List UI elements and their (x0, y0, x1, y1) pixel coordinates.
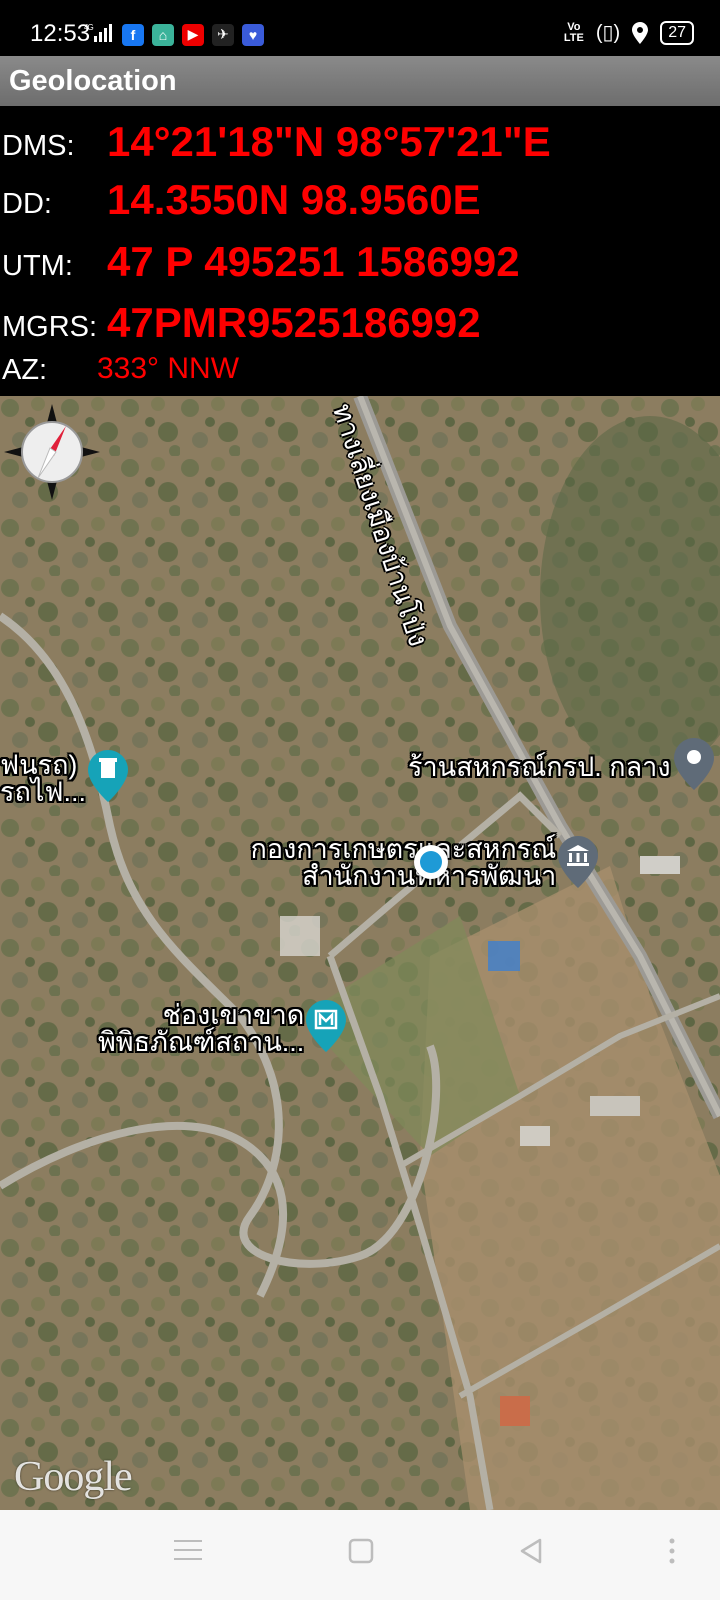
more-options-icon[interactable] (668, 1538, 676, 1564)
status-right-icons: Vo LTE (▯) 27 (564, 20, 694, 45)
facebook-icon: f (122, 23, 144, 46)
game-icon: ✈ (212, 23, 234, 46)
location-icon (632, 21, 649, 44)
dms-value: 14°21'18"N 98°57'21"E (107, 118, 551, 165)
current-location-dot (414, 845, 448, 879)
google-logo: Google (14, 1454, 133, 1500)
app-title: Geolocation (9, 65, 177, 97)
vibrate-icon: (▯) (595, 22, 621, 44)
coordinates-panel: DMS: 14°21'18"N 98°57'21"E DD: 14.3550N … (0, 106, 720, 396)
compass-icon[interactable] (4, 404, 100, 500)
svg-text:4G: 4G (84, 23, 93, 32)
place-label-museum[interactable]: ช่องเขาขาด พิพิธภัณฑ์สถาน... (98, 1002, 304, 1056)
utm-value: 47 P 495251 1586992 (107, 238, 520, 285)
dd-value: 14.3550N 98.9560E (107, 176, 481, 223)
mgrs-label: MGRS: (2, 311, 98, 343)
app-title-bar: Geolocation (0, 56, 720, 106)
museum-pin-icon[interactable] (306, 1000, 346, 1052)
signal-icon: 4G (84, 22, 114, 47)
menu-icon[interactable] (174, 1538, 202, 1562)
utm-label: UTM: (2, 250, 73, 282)
place-label-railway[interactable]: ฟนรถ) รถไฟ... (0, 752, 86, 806)
shop-pin-icon[interactable] (674, 738, 714, 790)
battery-icon: 27 (660, 20, 694, 45)
back-button-icon[interactable] (518, 1538, 544, 1564)
dms-label: DMS: (2, 130, 75, 162)
place-label-agri-office[interactable]: กองการเกษตรและสหกรณ์ สำนักงานทหารพัฒนา (242, 836, 557, 890)
status-time: 12:53 (30, 20, 91, 47)
mgrs-value: 47PMR9525186992 (107, 299, 481, 346)
az-label: AZ: (2, 354, 48, 386)
monument-pin-icon[interactable] (88, 750, 128, 802)
youtube-icon: ▶ (182, 23, 204, 46)
status-bar: 12:53 4G f ⌂ ▶ ✈ ♥ Vo LTE (▯) 27 (0, 0, 720, 56)
map-imagery (0, 396, 720, 1510)
navigation-bar (0, 1510, 720, 1600)
az-value: 333° NNW (97, 352, 240, 385)
status-left-icons: 4G f ⌂ ▶ ✈ ♥ (84, 22, 264, 47)
app-icon-2: ♥ (242, 23, 264, 46)
dd-label: DD: (2, 188, 52, 220)
satellite-map[interactable]: ทางเลี่ยงเมืองบ้านโป่ง ฟนรถ) รถไฟ... ร้า… (0, 396, 720, 1510)
volte-icon: Vo LTE (563, 20, 584, 44)
government-pin-icon[interactable] (558, 836, 598, 888)
home-button-icon[interactable] (348, 1538, 374, 1564)
place-label-shop[interactable]: ร้านสหกรณ์กรป. กลาง (408, 754, 671, 781)
app-icon: ⌂ (152, 23, 174, 46)
